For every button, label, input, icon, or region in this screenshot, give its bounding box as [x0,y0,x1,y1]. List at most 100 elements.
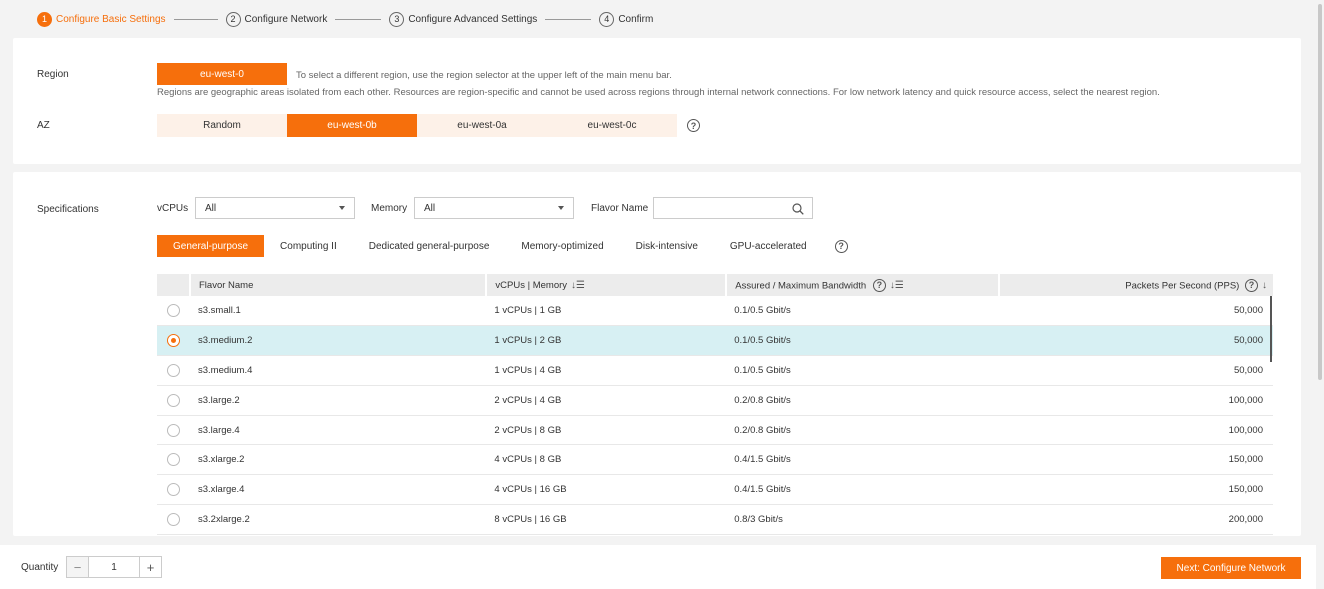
sort-arrow-icon[interactable]: ↓ [1262,280,1267,291]
next-configure-network-button[interactable]: Next: Configure Network [1161,557,1301,579]
bandwidth-cell: 0.2/0.8 Gbit/s [726,415,999,446]
step-bar: 1 Configure Basic Settings 2 Configure N… [0,0,1316,38]
tab-general-purpose[interactable]: General-purpose [157,235,265,257]
cpu-memory-cell: 2 vCPUs | 4 GB [486,385,727,416]
quantity-input[interactable]: 1 [88,557,140,577]
specifications-label: Specifications [37,204,99,215]
az-option-eu-west-0a[interactable]: eu-west-0a [417,114,547,137]
row-radio-cell[interactable] [157,444,190,476]
flavor-name-cell: s3.medium.4 [190,355,487,386]
page-scrollbar-thumb[interactable] [1318,4,1322,380]
step-divider [335,18,382,20]
region-selected-button[interactable]: eu-west-0 [157,63,287,85]
memory-select[interactable]: All [414,197,574,219]
table-header-row: Flavor Name vCPUs | Memory ↓☰ Assured / M… [157,274,1273,296]
table-row[interactable]: s3.2xlarge.2 8 vCPUs | 16 GB 0.8/3 Gbit/s 2… [157,504,1273,535]
az-option-random[interactable]: Random [157,114,287,137]
row-radio-cell[interactable] [157,325,190,357]
step-divider [173,18,218,20]
row-radio-cell[interactable] [157,504,190,535]
row-radio-cell[interactable] [157,415,190,446]
plus-icon[interactable]: + [140,557,161,577]
page-scrollbar[interactable] [1316,0,1324,589]
vcpus-select[interactable]: All [195,197,355,219]
chevron-down-icon [339,206,345,210]
table-row[interactable]: s3.medium.2 1 vCPUs | 2 GB 0.1/0.5 Gbit/s 5… [157,325,1273,357]
bandwidth-cell: 0.1/0.5 Gbit/s [726,296,999,327]
row-radio[interactable] [167,363,180,377]
step-configure-advanced: 3 Configure Advanced Settings [389,11,538,27]
table-scrollbar[interactable] [1270,296,1272,362]
row-radio[interactable] [167,393,180,407]
memory-label: Memory [371,203,408,214]
az-option-eu-west-0b[interactable]: eu-west-0b [287,114,417,137]
table-row[interactable]: s3.xlarge.2 4 vCPUs | 8 GB 0.4/1.5 Gbit/s 1… [157,444,1273,476]
row-radio[interactable] [167,453,180,467]
table-row[interactable]: s3.small.1 1 vCPUs | 1 GB 0.1/0.5 Gbit/s 50… [157,296,1273,327]
flavor-name-cell: s3.2xlarge.2 [190,504,487,535]
column-header-vcpus-memory[interactable]: vCPUs | Memory ↓☰ [486,274,728,296]
row-radio[interactable] [167,304,180,318]
chevron-down-icon [558,206,564,210]
row-radio-cell[interactable] [157,385,190,416]
step-configure-basic: 1 Configure Basic Settings [37,11,166,27]
search-icon[interactable] [792,203,804,215]
tab-computing-ii[interactable]: Computing II [264,235,353,257]
column-header-bandwidth[interactable]: Assured / Maximum Bandwidth ? ↓☰ [726,274,1000,296]
tab-disk-intensive[interactable]: Disk-intensive [620,235,714,257]
bandwidth-cell: 0.4/1.5 Gbit/s [726,474,999,506]
memory-select-value: All [424,202,436,214]
quantity-stepper[interactable]: − 1 + [66,556,162,578]
sort-icon[interactable]: ↓☰ [571,280,585,291]
step-label: Confirm [618,13,654,25]
bandwidth-cell: 0.8/3 Gbit/s [726,504,999,535]
tab-gpu-accelerated[interactable]: GPU-accelerated [714,235,823,257]
tab-memory-optimized[interactable]: Memory-optimized [505,235,619,257]
table-row[interactable]: s3.xlarge.4 4 vCPUs | 16 GB 0.4/1.5 Gbit/s… [157,474,1273,506]
flavor-table-body: s3.small.1 1 vCPUs | 1 GB 0.1/0.5 Gbit/s 50… [157,296,1273,535]
select-column-header [157,274,191,296]
step-number: 4 [599,11,615,27]
pps-cell: 50,000 [998,355,1273,386]
row-radio-cell[interactable] [157,474,190,506]
table-row[interactable]: s3.large.2 2 vCPUs | 4 GB 0.2/0.8 Gbit/s 10… [157,385,1273,416]
row-radio[interactable] [167,512,180,526]
az-help-icon[interactable]: ? [687,119,700,132]
cpu-memory-cell: 1 vCPUs | 1 GB [486,296,727,327]
vcpus-label: vCPUs [157,203,189,214]
flavor-table: Flavor Name vCPUs | Memory ↓☰ Assured / M… [157,274,1273,535]
row-radio-cell[interactable] [157,296,190,327]
row-radio-cell[interactable] [157,355,190,386]
pps-cell: 50,000 [998,296,1273,327]
table-row[interactable]: s3.large.4 2 vCPUs | 8 GB 0.2/0.8 Gbit/s 10… [157,415,1273,446]
step-label: Configure Network [244,13,328,25]
row-radio[interactable] [167,483,180,497]
az-option-eu-west-0c[interactable]: eu-west-0c [547,114,677,137]
az-label: AZ [37,120,50,131]
row-radio[interactable] [167,423,180,437]
flavor-name-input[interactable] [653,197,813,219]
pps-cell: 150,000 [998,444,1273,476]
bandwidth-help-icon[interactable]: ? [872,278,886,292]
bandwidth-cell: 0.4/1.5 Gbit/s [726,444,999,476]
bandwidth-cell: 0.1/0.5 Gbit/s [726,325,999,357]
pps-cell: 150,000 [998,474,1273,506]
row-radio[interactable] [167,334,180,348]
column-header-pps[interactable]: Packets Per Second (PPS) ? ↓ [998,274,1273,296]
flavor-name-cell: s3.large.2 [190,385,487,416]
pps-cell: 100,000 [998,415,1273,446]
region-card: Region eu-west-0 To select a different r… [13,38,1301,164]
step-divider [545,18,592,20]
pps-cell: 100,000 [998,385,1273,416]
az-options: Random eu-west-0b eu-west-0a eu-west-0c … [157,114,700,137]
step-label: Configure Advanced Settings [408,13,538,25]
category-help-icon[interactable]: ? [834,239,848,253]
cpu-memory-cell: 1 vCPUs | 4 GB [486,355,727,386]
minus-icon[interactable]: − [67,557,88,577]
sort-icon[interactable]: ↓☰ [890,280,904,291]
region-description: Regions are geographic areas isolated fr… [157,87,1160,98]
pps-help-icon[interactable]: ? [1245,278,1258,292]
table-row[interactable]: s3.medium.4 1 vCPUs | 4 GB 0.1/0.5 Gbit/s 5… [157,355,1273,386]
pps-cell: 200,000 [998,504,1273,535]
tab-dedicated-general-purpose[interactable]: Dedicated general-purpose [353,235,506,257]
